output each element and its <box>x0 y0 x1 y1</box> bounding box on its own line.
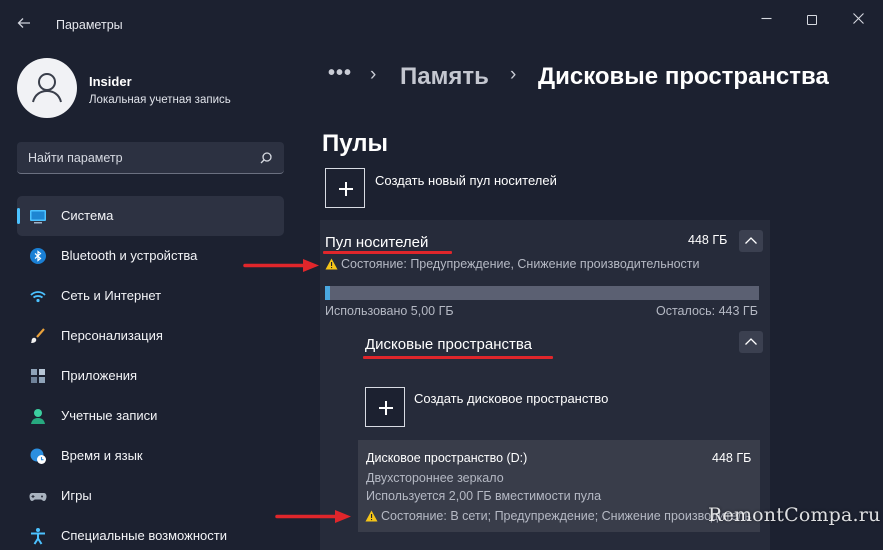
account-type: Локальная учетная запись <box>89 94 231 106</box>
page-title: Дисковые пространства <box>538 63 829 90</box>
accessibility-icon <box>31 528 45 545</box>
sidebar-item-accessibility[interactable]: Специальные возможности <box>17 516 284 550</box>
gamepad-icon <box>29 493 47 501</box>
storage-spaces-heading: Дисковые пространства <box>365 336 533 353</box>
plus-icon <box>385 401 387 415</box>
sidebar-item-system[interactable]: Система <box>17 196 284 236</box>
globe-clock-icon <box>30 448 46 464</box>
sidebar-item-accounts[interactable]: Учетные записи <box>17 396 284 436</box>
maximize-icon <box>807 15 817 26</box>
user-icon <box>32 73 62 103</box>
breadcrumb-parent-link[interactable]: Память <box>400 63 489 91</box>
pool-collapse-button[interactable] <box>739 230 763 252</box>
brush-icon <box>31 328 45 343</box>
back-button[interactable] <box>10 14 38 36</box>
search-placeholder: Найти параметр <box>28 151 123 165</box>
apps-icon <box>31 369 45 383</box>
storage-space-status: Состояние: В сети; Предупреждение; Сниже… <box>381 509 751 523</box>
watermark: RemontCompa.ru <box>708 504 881 526</box>
storage-space-usage: Используется 2,00 ГБ вместимости пула <box>366 489 602 503</box>
sidebar-item-label: Bluetooth и устройства <box>61 248 198 263</box>
maximize-button[interactable] <box>789 8 835 30</box>
red-annotation-underline <box>323 251 452 254</box>
pool-usage-bar <box>325 286 759 300</box>
sidebar-item-label: Система <box>61 208 114 223</box>
sidebar-item-network[interactable]: Сеть и Интернет <box>17 276 284 316</box>
window-title: Параметры <box>56 18 123 32</box>
pool-name: Пул носителей <box>325 234 429 251</box>
bluetooth-icon <box>30 248 46 264</box>
wifi-icon <box>30 291 46 303</box>
add-pool-button[interactable] <box>325 168 365 208</box>
spaces-collapse-button[interactable] <box>739 331 763 353</box>
pool-usage-bar-fill <box>325 286 330 300</box>
warning-icon <box>365 510 378 522</box>
chevron-right-icon: › <box>510 64 517 85</box>
red-annotation-arrow <box>275 510 351 523</box>
sidebar-item-time-language[interactable]: Время и язык <box>17 436 284 476</box>
close-button[interactable] <box>835 8 881 30</box>
sidebar-item-apps[interactable]: Приложения <box>17 356 284 396</box>
chevron-right-icon: › <box>370 64 377 85</box>
account-icon <box>31 409 45 424</box>
sidebar-item-label: Сеть и Интернет <box>61 288 162 303</box>
sidebar-item-label: Учетные записи <box>61 408 158 423</box>
add-storage-space-button[interactable] <box>365 387 405 427</box>
storage-space-size: 448 ГБ <box>712 451 752 465</box>
chevron-up-icon <box>745 338 757 345</box>
close-icon <box>852 13 864 24</box>
pool-used-label: Использовано 5,00 ГБ <box>325 304 454 318</box>
avatar[interactable] <box>17 58 77 118</box>
sidebar-item-label: Специальные возможности <box>61 528 227 543</box>
sidebar-item-label: Персонализация <box>61 328 163 343</box>
add-storage-space-label[interactable]: Создать дисковое пространство <box>414 391 608 406</box>
storage-space-resiliency: Двухстороннее зеркало <box>366 471 504 485</box>
active-indicator <box>17 208 20 224</box>
plus-icon <box>345 182 347 196</box>
sidebar-item-label: Игры <box>61 488 92 503</box>
back-arrow-icon <box>17 18 30 28</box>
warning-icon <box>325 258 338 270</box>
sidebar-item-personalization[interactable]: Персонализация <box>17 316 284 356</box>
add-pool-label[interactable]: Создать новый пул носителей <box>375 173 557 188</box>
pool-status: Состояние: Предупреждение, Снижение прои… <box>341 257 700 271</box>
pool-free-label: Осталось: 443 ГБ <box>656 304 758 318</box>
red-annotation-arrow <box>243 259 319 272</box>
red-annotation-underline <box>363 356 553 359</box>
sidebar-item-label: Время и язык <box>61 448 143 463</box>
storage-space-name: Дисковое пространство (D:) <box>366 451 528 465</box>
pool-size: 448 ГБ <box>688 233 728 247</box>
pools-heading: Пулы <box>322 130 389 157</box>
breadcrumb-more-button[interactable]: ••• <box>328 62 352 85</box>
user-name: Insider <box>89 74 132 89</box>
chevron-up-icon <box>745 237 757 244</box>
minimize-button[interactable] <box>743 8 789 30</box>
minimize-icon <box>761 17 771 20</box>
system-icon <box>30 210 46 224</box>
search-icon <box>260 152 272 164</box>
search-input[interactable]: Найти параметр <box>17 142 284 174</box>
title-bar: Параметры <box>0 0 883 48</box>
sidebar-item-gaming[interactable]: Игры <box>17 476 284 516</box>
sidebar-nav: Система Bluetooth и устройства Сеть и Ин… <box>17 196 284 550</box>
sidebar-item-label: Приложения <box>61 368 138 383</box>
